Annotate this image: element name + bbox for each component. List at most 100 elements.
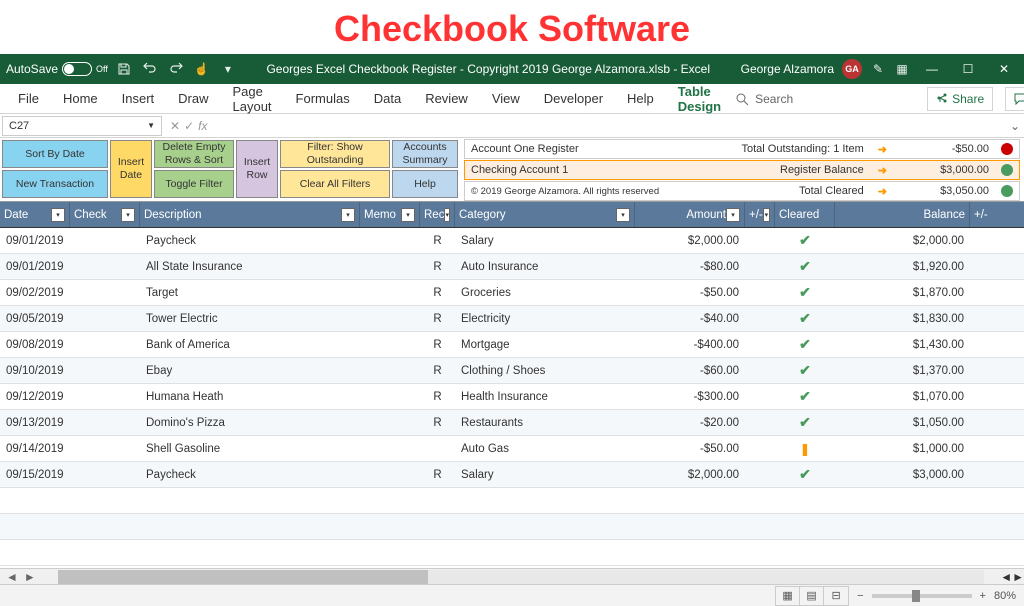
cell-amount[interactable]: -$40.00 (635, 313, 745, 325)
insert-date-button[interactable]: Insert Date (110, 140, 152, 198)
cell-description[interactable]: Paycheck (140, 235, 360, 247)
empty-row[interactable] (0, 514, 1024, 540)
sheet-prev-icon[interactable]: ◄ (4, 570, 20, 584)
cell-balance[interactable]: $1,000.00 (835, 443, 970, 455)
filter-icon[interactable]: ▾ (341, 208, 355, 222)
col-rec[interactable]: Rec▾ (420, 202, 455, 227)
filter-icon[interactable]: ▾ (616, 208, 630, 222)
insert-row-button[interactable]: Insert Row (236, 140, 278, 198)
tab-formulas[interactable]: Formulas (286, 84, 360, 114)
tab-view[interactable]: View (482, 84, 530, 114)
cancel-formula-icon[interactable]: ✕ (170, 119, 180, 133)
cell-description[interactable]: Shell Gasoline (140, 443, 360, 455)
scroll-track[interactable] (58, 570, 984, 584)
cell-cleared[interactable]: ✔ (775, 284, 835, 301)
tab-developer[interactable]: Developer (534, 84, 613, 114)
cell-rec[interactable]: R (420, 469, 455, 481)
cell-rec[interactable]: R (420, 235, 455, 247)
col-date[interactable]: Date▾ (0, 202, 70, 227)
cell-description[interactable]: All State Insurance (140, 261, 360, 273)
zoom-in-icon[interactable]: + (980, 590, 986, 602)
share-button[interactable]: Share (927, 87, 993, 111)
cell-cleared[interactable]: ✔ (775, 310, 835, 327)
cell-rec[interactable]: R (420, 365, 455, 377)
tab-review[interactable]: Review (415, 84, 478, 114)
table-row[interactable]: 09/14/2019Shell GasolineAuto Gas-$50.00❚… (0, 436, 1024, 462)
search-box[interactable]: Search (735, 92, 915, 106)
tab-page-layout[interactable]: Page Layout (223, 84, 282, 114)
clear-all-filters-button[interactable]: Clear All Filters (280, 170, 390, 198)
cell-category[interactable]: Salary (455, 235, 635, 247)
cell-amount[interactable]: -$80.00 (635, 261, 745, 273)
zoom-level[interactable]: 80% (994, 590, 1016, 602)
cell-category[interactable]: Electricity (455, 313, 635, 325)
table-body[interactable]: 09/01/2019PaycheckRSalary$2,000.00✔$2,00… (0, 228, 1024, 566)
cell-cleared[interactable]: ✔ (775, 466, 835, 483)
page-layout-view-icon[interactable]: ▤ (800, 587, 824, 605)
undo-icon[interactable] (142, 61, 158, 77)
coming-soon-icon[interactable]: ✎ (870, 61, 886, 77)
scroll-left-icon[interactable]: ◄ (1000, 570, 1012, 584)
minimize-button[interactable]: — (918, 55, 946, 83)
cell-pm2[interactable] (970, 365, 1000, 377)
redo-icon[interactable] (168, 61, 184, 77)
cell-description[interactable]: Paycheck (140, 469, 360, 481)
col-balance[interactable]: Balance (835, 202, 970, 227)
cell-category[interactable]: Auto Gas (455, 443, 635, 455)
qat-dropdown-icon[interactable]: ▾ (220, 61, 236, 77)
empty-row[interactable] (0, 540, 1024, 566)
table-row[interactable]: 09/15/2019PaycheckRSalary$2,000.00✔$3,00… (0, 462, 1024, 488)
table-row[interactable]: 09/08/2019Bank of AmericaRMortgage-$400.… (0, 332, 1024, 358)
filter-outstanding-button[interactable]: Filter: Show Outstanding (280, 140, 390, 168)
user-avatar[interactable]: GA (842, 59, 862, 79)
cell-date[interactable]: 09/02/2019 (0, 287, 70, 299)
cell-description[interactable]: Domino's Pizza (140, 417, 360, 429)
cell-description[interactable]: Target (140, 287, 360, 299)
cell-amount[interactable]: -$60.00 (635, 365, 745, 377)
cell-rec[interactable]: R (420, 417, 455, 429)
cell-pm2[interactable] (970, 443, 1000, 455)
table-row[interactable]: 09/10/2019EbayRClothing / Shoes-$60.00✔$… (0, 358, 1024, 384)
toggle-filter-button[interactable]: Toggle Filter (154, 170, 234, 198)
cell-description[interactable]: Tower Electric (140, 313, 360, 325)
cell-cleared[interactable]: ✔ (775, 232, 835, 249)
tab-help[interactable]: Help (617, 84, 664, 114)
cell-category[interactable]: Health Insurance (455, 391, 635, 403)
cell-balance[interactable]: $1,370.00 (835, 365, 970, 377)
cell-pm2[interactable] (970, 391, 1000, 403)
scroll-right-icon[interactable]: ► (1012, 570, 1024, 584)
tab-draw[interactable]: Draw (168, 84, 218, 114)
cell-rec[interactable]: R (420, 261, 455, 273)
cell-balance[interactable]: $1,920.00 (835, 261, 970, 273)
cell-cleared[interactable]: ✔ (775, 362, 835, 379)
cell-balance[interactable]: $1,050.00 (835, 417, 970, 429)
col-memo[interactable]: Memo▾ (360, 202, 420, 227)
fx-icon[interactable]: fx (198, 119, 207, 133)
cell-amount[interactable]: -$400.00 (635, 339, 745, 351)
cell-rec[interactable]: R (420, 313, 455, 325)
cell-pm1[interactable] (745, 443, 775, 455)
cell-pm1[interactable] (745, 235, 775, 247)
cell-cleared[interactable]: ✔ (775, 388, 835, 405)
cell-pm1[interactable] (745, 469, 775, 481)
cell-balance[interactable]: $1,430.00 (835, 339, 970, 351)
empty-row[interactable] (0, 488, 1024, 514)
cell-date[interactable]: 09/10/2019 (0, 365, 70, 377)
cell-date[interactable]: 09/14/2019 (0, 443, 70, 455)
formula-input[interactable] (219, 116, 1006, 136)
cell-description[interactable]: Ebay (140, 365, 360, 377)
cell-cleared[interactable]: ✔ (775, 258, 835, 275)
cell-date[interactable]: 09/01/2019 (0, 235, 70, 247)
cell-rec[interactable]: R (420, 339, 455, 351)
cell-pm1[interactable] (745, 313, 775, 325)
filter-icon[interactable]: ▾ (51, 208, 65, 222)
delete-empty-rows-button[interactable]: Delete Empty Rows & Sort (154, 140, 234, 168)
tab-data[interactable]: Data (364, 84, 411, 114)
save-icon[interactable] (116, 61, 132, 77)
cell-category[interactable]: Groceries (455, 287, 635, 299)
cell-pm2[interactable] (970, 339, 1000, 351)
cell-date[interactable]: 09/08/2019 (0, 339, 70, 351)
cell-balance[interactable]: $3,000.00 (835, 469, 970, 481)
accounts-summary-button[interactable]: Accounts Summary (392, 140, 458, 168)
filter-icon[interactable]: ▾ (401, 208, 415, 222)
